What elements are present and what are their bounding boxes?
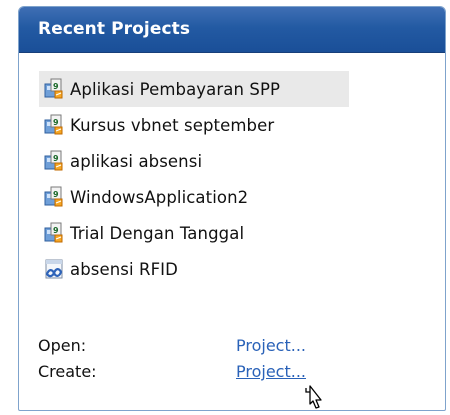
recent-project-label: Kursus vbnet september [70,115,275,135]
vb-project-icon: 9 [43,186,65,208]
recent-projects-list: 9 Aplikasi Pembayaran SPP 9 Kursus vbnet… [39,71,369,287]
recent-project-item[interactable]: 9 aplikasi absensi [39,143,369,179]
recent-project-label: aplikasi absensi [70,151,203,171]
recent-projects-panel: Recent Projects 9 Aplikasi Pembayaran SP… [18,6,446,411]
svg-text:9: 9 [53,118,59,127]
vb-project-icon: 9 [43,150,65,172]
recent-project-item[interactable]: 9 Aplikasi Pembayaran SPP [39,71,349,107]
svg-text:9: 9 [53,82,59,91]
recent-project-item[interactable]: 9 WindowsApplication2 [39,179,369,215]
open-project-link[interactable]: Project... [236,336,306,355]
vb-project-icon: 9 [43,78,65,100]
recent-project-item[interactable]: 9 Kursus vbnet september [39,107,369,143]
create-label: Create: [38,362,97,381]
recent-project-item[interactable]: absensi RFID [39,251,369,287]
create-project-link[interactable]: Project... [236,362,306,381]
vb-project-icon: 9 [43,222,65,244]
start-page: Recent Projects 9 Aplikasi Pembayaran SP… [0,0,450,415]
open-row: Open: Project... [38,333,358,359]
vb-project-icon: 9 [43,114,65,136]
recent-project-label: absensi RFID [70,259,178,279]
svg-text:9: 9 [53,190,59,199]
svg-text:9: 9 [53,154,59,163]
create-row: Create: Project... [38,359,358,385]
recent-project-label: WindowsApplication2 [70,187,249,207]
recent-project-label: Trial Dengan Tanggal [70,223,245,243]
panel-header: Recent Projects [19,7,445,53]
recent-project-item[interactable]: 9 Trial Dengan Tanggal [39,215,369,251]
recent-project-label: Aplikasi Pembayaran SPP [70,79,281,99]
project-actions: Open: Project... Create: Project... [38,333,358,385]
panel-title: Recent Projects [38,19,191,39]
vs-solution-icon [43,258,65,280]
svg-text:9: 9 [53,226,59,235]
open-label: Open: [38,336,87,355]
